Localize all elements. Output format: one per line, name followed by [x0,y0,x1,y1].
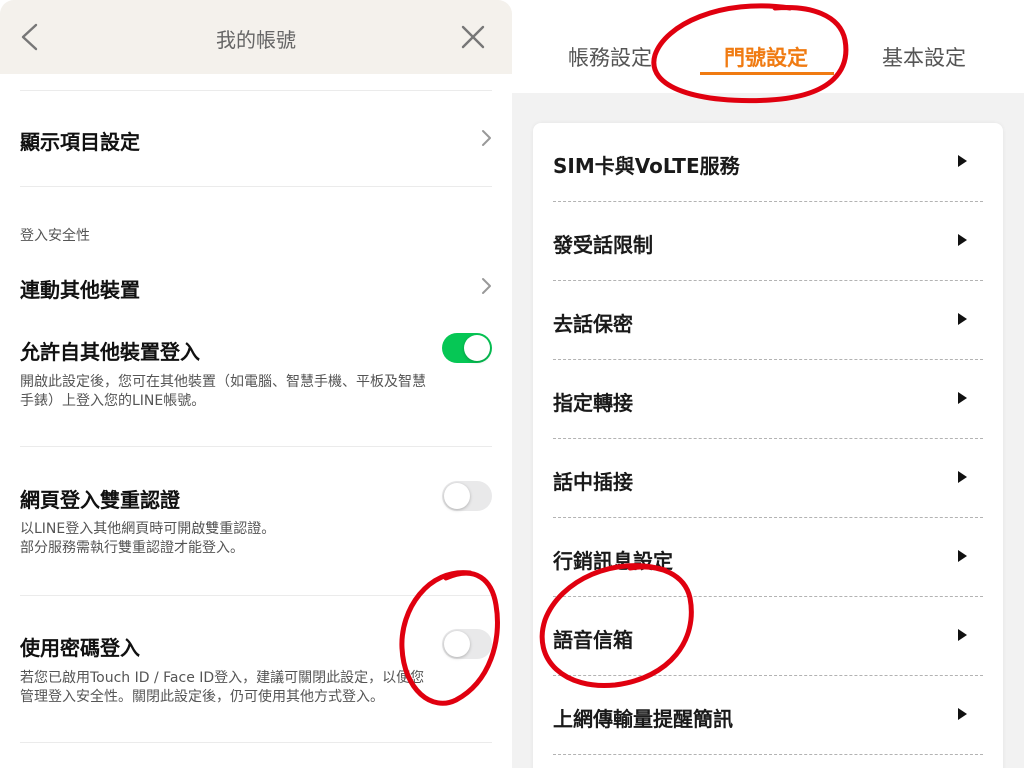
description-line: 手錶）上登入您的LINE帳號。 [20,393,206,409]
list-item-label: SIM卡與VoLTE服務 [553,154,740,178]
description-line: 以LINE登入其他網頁時可開啟雙重認證。 [20,521,276,537]
caret-right-icon [958,392,967,404]
description-line: 開啟此設定後，您可在其他裝置（如電腦、智慧手機、平板及智慧 [20,374,426,390]
close-icon[interactable] [458,22,488,52]
tab-billing-settings[interactable]: 帳務設定 [568,42,652,72]
list-item-label: 行銷訊息設定 [553,549,673,573]
list-item[interactable]: 語音信箱 [533,597,1003,676]
web-2fa-description: 以LINE登入其他網頁時可開啟雙重認證。 部分服務需執行雙重認證才能登入。 [20,520,492,558]
list-item[interactable]: 話中插接 [533,439,1003,518]
carrier-settings-panel: 帳務設定 門號設定 基本設定 SIM卡與VoLTE服務 發受話限制 去話保密 指… [512,0,1024,768]
link-devices-label: 連動其他裝置 [20,278,140,302]
description-line: 若您已啟用Touch ID / Face ID登入，建議可關閉此設定，以便您 [20,670,425,686]
divider [20,595,492,596]
toggle-knob [444,631,470,657]
list-item-label: 指定轉接 [553,391,633,415]
caret-right-icon [958,234,967,246]
divider [20,742,492,743]
list-item[interactable]: 指定轉接 [533,360,1003,439]
description-line: 管理登入安全性。關閉此設定後，仍可使用其他方式登入。 [20,689,384,705]
web-2fa-title: 網頁登入雙重認證 [20,488,180,512]
list-item-label: 上網傳輸量提醒簡訊 [553,707,733,731]
display-settings-label: 顯示項目設定 [20,130,140,154]
list-item[interactable]: SIM卡與VoLTE服務 [533,123,1003,202]
divider [20,90,492,91]
password-login-description: 若您已啟用Touch ID / Face ID登入，建議可關閉此設定，以便您 管… [20,669,492,707]
list-item[interactable]: 上網傳輸量提醒簡訊 [533,676,1003,755]
caret-right-icon [958,155,967,167]
password-login-title: 使用密碼登入 [20,636,140,660]
caret-right-icon [958,550,967,562]
active-tab-indicator [700,72,834,75]
list-item-label: 去話保密 [553,312,633,336]
chevron-right-icon [482,278,491,294]
caret-right-icon [958,708,967,720]
page-title: 我的帳號 [216,28,296,52]
caret-right-icon [958,313,967,325]
toggle-knob [464,335,490,361]
divider [20,186,492,187]
caret-right-icon [958,629,967,641]
settings-tabs: 帳務設定 門號設定 基本設定 [512,0,1024,93]
chevron-right-icon [482,130,491,146]
list-item-label: 發受話限制 [553,233,653,257]
allow-other-devices-description: 開啟此設定後，您可在其他裝置（如電腦、智慧手機、平板及智慧 手錶）上登入您的LI… [20,373,492,411]
web-2fa-toggle[interactable] [442,481,492,511]
line-account-panel: 我的帳號 顯示項目設定 登入安全性 連動其他裝置 允許自其他裝置登入 開啟此設定… [0,0,512,768]
toggle-knob [444,483,470,509]
list-item[interactable]: 去話保密 [533,281,1003,360]
list-item[interactable]: 發受話限制 [533,202,1003,281]
caret-right-icon [958,471,967,483]
allow-other-devices-toggle[interactable] [442,333,492,363]
account-header: 我的帳號 [0,0,512,74]
list-item-label: 話中插接 [553,470,633,494]
dashed-divider [553,754,983,755]
description-line: 部分服務需執行雙重認證才能登入。 [20,540,244,556]
tab-number-settings[interactable]: 門號設定 [724,42,808,72]
list-item[interactable]: 行銷訊息設定 [533,518,1003,597]
list-item-label: 語音信箱 [553,628,633,652]
allow-other-devices-title: 允許自其他裝置登入 [20,340,200,364]
tab-basic-settings[interactable]: 基本設定 [882,42,966,72]
divider [20,446,492,447]
section-label-login-security: 登入安全性 [20,228,90,244]
number-settings-list: SIM卡與VoLTE服務 發受話限制 去話保密 指定轉接 話中插接 行銷訊息設定 [533,123,1003,768]
password-login-toggle[interactable] [442,629,492,659]
